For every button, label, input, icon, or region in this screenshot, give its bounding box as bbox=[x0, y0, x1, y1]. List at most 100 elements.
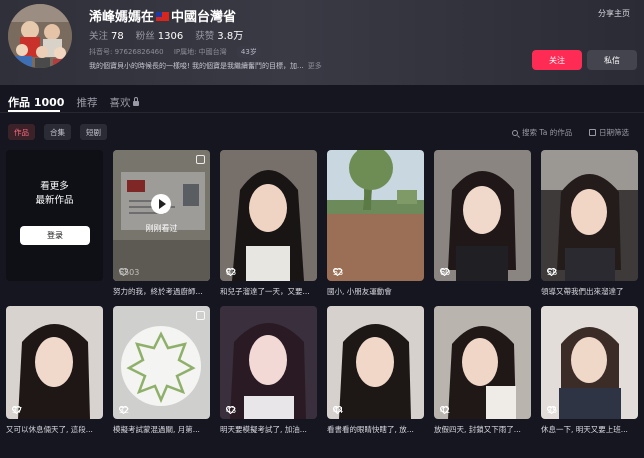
likes-label: 获赞 bbox=[195, 31, 215, 42]
filter-chip-collections[interactable]: 合集 bbox=[44, 124, 71, 140]
bio-more-link[interactable]: 更多 bbox=[308, 62, 322, 70]
video-thumbnail[interactable]: 37 bbox=[6, 306, 103, 419]
date-filter[interactable]: 日期筛选 bbox=[589, 127, 629, 138]
like-count: 83 bbox=[226, 268, 236, 277]
video-caption[interactable]: 看書看的眼睛快瞎了, 放... bbox=[327, 424, 424, 435]
profile-meta: 抖音号: 97626826460 IP属地: 中國台灣 43岁 bbox=[89, 46, 269, 58]
multi-select-icon bbox=[196, 155, 205, 164]
video-thumbnail[interactable]: 44 bbox=[327, 306, 424, 419]
portrait-photo bbox=[434, 150, 531, 281]
filter-chip-short-dramas[interactable]: 短剧 bbox=[80, 124, 107, 140]
landscape-photo bbox=[327, 150, 424, 281]
heart-icon bbox=[440, 268, 449, 276]
tabs-divider bbox=[0, 112, 644, 113]
ip-location: IP属地: 中國台灣 bbox=[173, 48, 227, 56]
followers-count[interactable]: 1306 bbox=[158, 31, 183, 42]
video-thumbnail[interactable]: 刚刚看过 6503 bbox=[113, 150, 210, 281]
just-watched-label: 刚刚看过 bbox=[145, 224, 178, 233]
message-button[interactable]: 私信 bbox=[587, 50, 637, 70]
multi-select-icon bbox=[196, 311, 205, 320]
like-count: 44 bbox=[333, 406, 343, 415]
video-thumbnail[interactable]: 43 bbox=[220, 306, 317, 419]
date-filter-label: 日期筛选 bbox=[599, 128, 629, 137]
like-count: 60 bbox=[440, 268, 450, 277]
heart-icon bbox=[119, 406, 128, 414]
profile-tabs: 作品 1000 推荐 喜欢 bbox=[8, 94, 151, 110]
play-overlay bbox=[113, 150, 210, 281]
profile-bio: 我的個寶貝小的時候長的一樣唆! 我的個寶是我繼續奮鬥的目標，加... 更多 bbox=[89, 61, 322, 71]
heart-icon bbox=[333, 268, 342, 276]
video-thumbnail[interactable]: 35 bbox=[541, 306, 638, 419]
portrait-photo bbox=[6, 306, 103, 419]
bio-text: 我的個寶貝小的時候長的一樣唆! 我的個寶是我繼續奮鬥的目標，加... bbox=[89, 62, 304, 70]
tab-liked-label: 喜欢 bbox=[109, 96, 131, 109]
like-count: 6503 bbox=[119, 268, 139, 277]
video-caption[interactable]: 和兒子溜達了一天，又要... bbox=[220, 286, 317, 297]
tab-recommended[interactable]: 推荐 bbox=[76, 95, 97, 110]
video-thumbnail[interactable]: 60 bbox=[434, 150, 531, 281]
calendar-icon bbox=[589, 129, 596, 136]
heart-icon bbox=[333, 406, 342, 414]
video-thumbnail[interactable]: 83 bbox=[220, 150, 317, 281]
portrait-photo bbox=[541, 306, 638, 419]
tab-liked[interactable]: 喜欢 bbox=[109, 95, 140, 110]
portrait-photo bbox=[327, 306, 424, 419]
video-caption[interactable]: 模擬考試蒙混過關, 月第... bbox=[113, 424, 210, 435]
login-button[interactable]: 登录 bbox=[20, 226, 90, 245]
portrait-photo bbox=[220, 306, 317, 419]
following-count[interactable]: 78 bbox=[111, 31, 124, 42]
plate-photo bbox=[113, 306, 210, 419]
video-thumbnail[interactable]: 53 bbox=[327, 150, 424, 281]
like-count: 35 bbox=[547, 406, 557, 415]
likes-count: 3.8万 bbox=[217, 31, 244, 42]
search-icon bbox=[512, 129, 518, 136]
video-caption[interactable]: 明天要模擬考試了, 加油... bbox=[220, 424, 317, 435]
search-label: 搜索 Ta 的作品 bbox=[522, 128, 573, 137]
heart-icon bbox=[547, 406, 556, 414]
video-caption[interactable]: 努力的我，終於考過廚師... bbox=[113, 286, 210, 297]
video-caption[interactable]: 休息一下, 明天又要上班... bbox=[541, 424, 638, 435]
search-works[interactable]: 搜索 Ta 的作品 bbox=[512, 127, 572, 138]
heart-icon bbox=[226, 406, 235, 414]
video-caption[interactable]: 國小, 小朋友運動會 bbox=[327, 286, 424, 297]
lock-icon bbox=[133, 96, 140, 106]
portrait-photo bbox=[541, 150, 638, 281]
heart-icon bbox=[226, 268, 235, 276]
portrait-photo bbox=[220, 150, 317, 281]
login-prompt-panel: 看更多 最新作品 登录 bbox=[6, 150, 103, 281]
like-count: 32 bbox=[119, 406, 129, 415]
profile-nickname: 浠峰媽媽在 中國台灣省 bbox=[89, 6, 236, 25]
profile-header: 浠峰媽媽在 中國台灣省 关注 78 粉丝 1306 获赞 3.8万 抖音号: 97626… bbox=[0, 0, 644, 85]
douyin-id: 抖音号: 97626826460 bbox=[89, 48, 164, 56]
share-home-link[interactable]: 分享主页 bbox=[598, 8, 630, 19]
like-count: 58 bbox=[547, 268, 557, 277]
nickname-text: 浠峰媽媽在 bbox=[89, 10, 155, 25]
heart-icon bbox=[547, 268, 556, 276]
login-prompt-text: 看更多 最新作品 bbox=[6, 180, 103, 208]
follow-button[interactable]: 关注 bbox=[532, 50, 582, 70]
like-count: 41 bbox=[440, 406, 450, 415]
video-thumbnail[interactable]: 41 bbox=[434, 306, 531, 419]
portrait-photo bbox=[434, 306, 531, 419]
like-count: 43 bbox=[226, 406, 236, 415]
age-badge: 43岁 bbox=[236, 46, 261, 58]
login-prompt-line1: 看更多 bbox=[40, 181, 69, 192]
video-thumbnail[interactable]: 58 bbox=[541, 150, 638, 281]
like-count: 37 bbox=[12, 406, 22, 415]
heart-icon bbox=[119, 268, 128, 276]
video-caption[interactable]: 放假四天, 封鎖又下雨了... bbox=[434, 424, 531, 435]
like-count: 53 bbox=[333, 268, 343, 277]
followers-label: 粉丝 bbox=[135, 31, 155, 42]
tab-works[interactable]: 作品 1000 bbox=[8, 94, 64, 110]
heart-icon bbox=[12, 406, 21, 414]
play-icon[interactable] bbox=[151, 194, 171, 214]
following-label: 关注 bbox=[89, 31, 109, 42]
video-thumbnail[interactable]: 32 bbox=[113, 306, 210, 419]
video-caption[interactable]: 領導又帶我們出來溜達了 bbox=[541, 286, 638, 297]
login-prompt-line2: 最新作品 bbox=[35, 195, 74, 206]
avatar[interactable] bbox=[8, 4, 72, 68]
nickname-suffix: 中國台灣省 bbox=[171, 10, 237, 25]
video-caption[interactable]: 又可以休息倆天了, 這段... bbox=[6, 424, 103, 435]
profile-stats: 关注 78 粉丝 1306 获赞 3.8万 bbox=[89, 27, 252, 42]
filter-chip-works[interactable]: 作品 bbox=[8, 124, 35, 140]
